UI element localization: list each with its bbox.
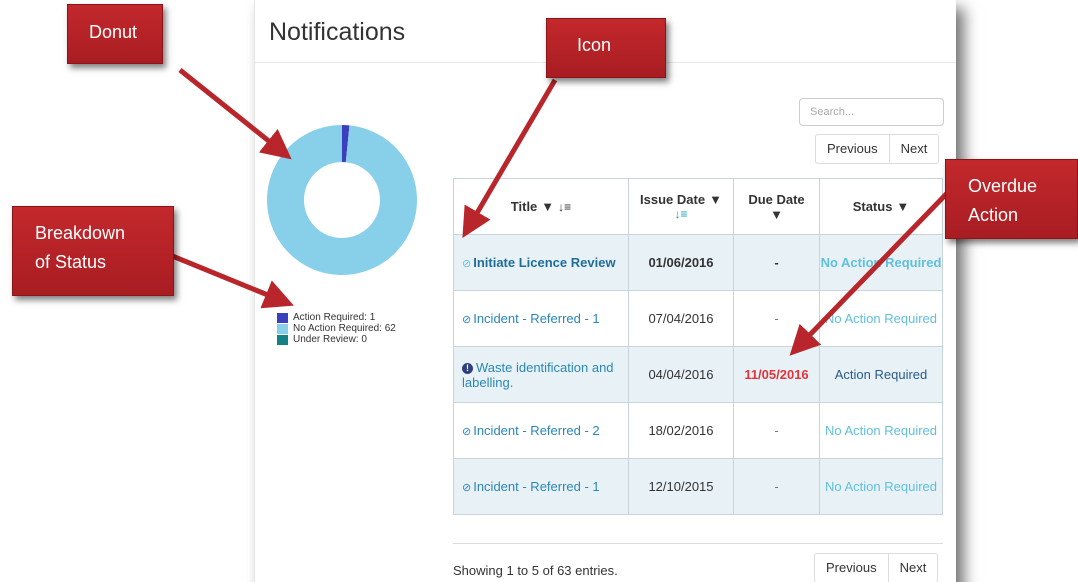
issue-date-cell: 04/04/2016 <box>628 346 734 403</box>
due-date-cell: - <box>733 402 820 459</box>
legend-label: Action Required: 1 <box>293 312 376 323</box>
table-row[interactable]: ⊘ Initiate Licence Review 01/06/2016 - No… <box>453 234 943 291</box>
check-circle-icon: ⊘ <box>462 426 472 438</box>
exclamation-circle-icon: ! <box>462 362 473 374</box>
column-due-date-label: Due Date <box>748 191 805 207</box>
callout-label: of Status <box>35 252 107 272</box>
callout-label: Overdue <box>968 176 1038 196</box>
pagination-top: Previous Next <box>815 134 940 164</box>
sort-icon[interactable]: ↓≡ <box>558 200 571 214</box>
status-cell: No Action Required <box>819 290 943 347</box>
issue-date-cell: 01/06/2016 <box>628 234 734 291</box>
issue-date-cell: 12/10/2015 <box>628 458 734 515</box>
status-donut-chart <box>267 125 417 275</box>
filter-icon[interactable]: ▼︎ <box>541 199 554 214</box>
column-issue-date-label: Issue Date <box>640 191 706 207</box>
title-link[interactable]: Incident - Referred - 1 <box>473 311 599 326</box>
table-row[interactable]: ! Waste identification and labelling. 04/… <box>453 346 943 403</box>
callout-label: Breakdown <box>35 223 126 243</box>
title-cell[interactable]: ⊘ Initiate Licence Review <box>453 234 629 291</box>
column-header-status[interactable]: Status ▼︎ <box>819 178 943 235</box>
previous-button[interactable]: Previous <box>816 135 889 163</box>
table-info: Showing 1 to 5 of 63 entries. <box>453 563 618 578</box>
due-date-cell: - <box>733 234 820 291</box>
next-button[interactable]: Next <box>888 135 939 163</box>
legend-item-action-required: Action Required: 1 <box>277 312 396 323</box>
callout-icon: Icon <box>546 18 666 78</box>
title-link[interactable]: Waste identification and labelling. <box>462 360 614 390</box>
search-input[interactable] <box>799 98 944 126</box>
title-cell[interactable]: ⊘ Incident - Referred - 2 <box>453 402 629 459</box>
table-header-row: Title ▼︎ ↓≡ Issue Date ▼︎ ↓≡ Due Date ▼︎ <box>453 178 943 235</box>
page-title: Notifications <box>269 18 406 46</box>
column-status-label: Status <box>852 199 893 214</box>
check-circle-icon: ⊘ <box>462 482 472 494</box>
due-date-cell: - <box>733 290 820 347</box>
legend-swatch <box>277 323 288 334</box>
table-row[interactable]: ⊘ Incident - Referred - 2 18/02/2016 - No… <box>453 402 943 459</box>
donut-slice-no-action-required <box>267 125 417 275</box>
legend-swatch <box>277 334 288 345</box>
footer-divider <box>453 543 943 544</box>
legend-label: No Action Required: 62 <box>293 323 396 334</box>
legend-swatch <box>277 312 288 323</box>
callout-overdue: Overdue Action <box>945 159 1078 239</box>
status-cell: Action Required <box>819 346 943 403</box>
status-cell: No Action Required <box>819 234 943 291</box>
callout-donut: Donut <box>67 4 163 64</box>
status-cell: No Action Required <box>819 458 943 515</box>
donut-svg <box>267 125 417 275</box>
issue-date-cell: 18/02/2016 <box>628 402 734 459</box>
table-row[interactable]: ⊘ Incident - Referred - 1 12/10/2015 - No… <box>453 458 943 515</box>
title-link[interactable]: Incident - Referred - 1 <box>473 479 599 494</box>
callout-label: Action <box>968 205 1019 225</box>
check-circle-icon: ⊘ <box>462 314 472 326</box>
title-cell[interactable]: ⊘ Incident - Referred - 1 <box>453 458 629 515</box>
callout-breakdown: Breakdown of Status <box>12 206 174 296</box>
notifications-table: Title ▼︎ ↓≡ Issue Date ▼︎ ↓≡ Due Date ▼︎ <box>453 178 943 515</box>
filter-icon[interactable]: ▼︎ <box>770 207 783 222</box>
previous-button[interactable]: Previous <box>815 554 888 582</box>
column-title-label: Title <box>510 199 538 214</box>
legend-item-no-action-required: No Action Required: 62 <box>277 323 396 334</box>
check-circle-icon: ⊘ <box>462 258 472 270</box>
legend-label: Under Review: 0 <box>293 334 367 345</box>
filter-icon[interactable]: ▼︎ <box>709 192 722 207</box>
title-cell[interactable]: ⊘ Incident - Referred - 1 <box>453 290 629 347</box>
due-date-cell: 11/05/2016 <box>733 346 820 403</box>
column-header-title[interactable]: Title ▼︎ ↓≡ <box>453 178 629 235</box>
sort-desc-icon[interactable]: ↓≡ <box>674 207 687 222</box>
callout-label: Donut <box>89 22 138 42</box>
column-header-due-date[interactable]: Due Date ▼︎ <box>733 178 820 235</box>
status-cell: No Action Required <box>819 402 943 459</box>
due-date-cell: - <box>733 458 820 515</box>
title-cell[interactable]: ! Waste identification and labelling. <box>453 346 629 403</box>
title-link[interactable]: Initiate Licence Review <box>473 255 615 270</box>
next-button[interactable]: Next <box>887 554 938 582</box>
issue-date-cell: 07/04/2016 <box>628 290 734 347</box>
status-legend: Action Required: 1 No Action Required: 6… <box>277 312 396 345</box>
filter-icon[interactable]: ▼︎ <box>896 199 909 214</box>
table-row[interactable]: ⊘ Incident - Referred - 1 07/04/2016 - No… <box>453 290 943 347</box>
callout-label: Icon <box>577 35 612 55</box>
column-header-issue-date[interactable]: Issue Date ▼︎ ↓≡ <box>628 178 734 235</box>
legend-item-under-review: Under Review: 0 <box>277 334 396 345</box>
pagination-bottom: Previous Next <box>814 553 939 582</box>
title-link[interactable]: Incident - Referred - 2 <box>473 423 599 438</box>
